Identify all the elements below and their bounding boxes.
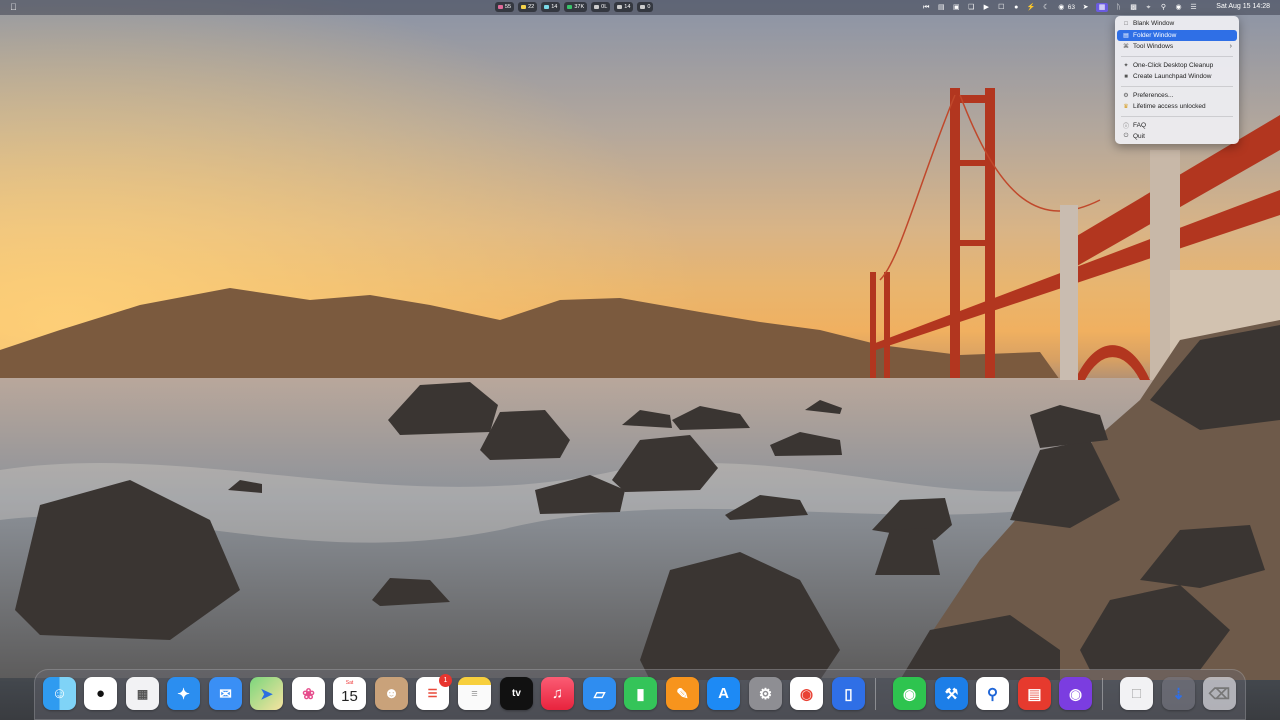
screen-icon[interactable]: ▣ bbox=[952, 3, 961, 12]
dock-separator bbox=[1102, 678, 1103, 710]
menu-item-quit[interactable]: ⏻ Quit bbox=[1117, 131, 1237, 143]
menubar-clock[interactable]: Sat Aug 15 14:28 bbox=[1216, 3, 1270, 10]
menu-separator bbox=[1121, 55, 1233, 57]
menu-item-tool-windows[interactable]: ⌘ Tool Windows › bbox=[1117, 41, 1237, 53]
reminders-badge: 1 bbox=[439, 674, 452, 687]
wechat-icon[interactable]: ◉ bbox=[1057, 3, 1066, 12]
menu-separator bbox=[1121, 85, 1233, 87]
pages-icon[interactable]: ✎ bbox=[666, 677, 699, 710]
stat-fan[interactable]: 0 bbox=[637, 2, 654, 12]
stat-color-icon bbox=[594, 5, 600, 9]
crown-icon: ♛ bbox=[1123, 104, 1129, 111]
bluetooth-icon[interactable]: ᚢ bbox=[1114, 3, 1123, 12]
menu-item-preferences[interactable]: ⚙ Preferences... bbox=[1117, 90, 1237, 102]
music-icon[interactable]: ♫ bbox=[541, 677, 574, 710]
menu-bar:  55 22 14 37K 0L 14 0 ⏮ ▤ ▣ ❏ ▶ ☐ ● ⚡ ☾… bbox=[0, 0, 1280, 15]
location-app-icon[interactable]: ⚲ bbox=[976, 677, 1009, 710]
menu-separator bbox=[1121, 115, 1233, 117]
desktop-wallpaper bbox=[0, 0, 1280, 720]
window-manager-icon[interactable]: ▦ bbox=[1096, 3, 1108, 12]
status-icons: ⏮ ▤ ▣ ❏ ▶ ☐ ● ⚡ ☾ ◉ 63 ➤ ▦ ᚢ ▩ ⌖ ⚲ ◉ ☰ bbox=[922, 2, 1198, 13]
calendar-weekday: Sat bbox=[345, 680, 354, 686]
keynote-icon[interactable]: ▱ bbox=[583, 677, 616, 710]
qq-icon[interactable]: ● bbox=[84, 677, 117, 710]
finder-icon[interactable]: ☺ bbox=[43, 677, 76, 710]
stat-color-icon bbox=[544, 5, 550, 9]
stat-color-icon bbox=[498, 5, 503, 9]
stat-color-icon bbox=[617, 5, 623, 9]
chevron-right-icon: › bbox=[1229, 43, 1232, 51]
display-icon[interactable]: ▩ bbox=[1129, 3, 1138, 12]
app-store-icon[interactable]: A bbox=[707, 677, 740, 710]
photos-icon[interactable]: ❀ bbox=[292, 677, 325, 710]
wifi-icon[interactable]: ⌖ bbox=[1144, 3, 1153, 12]
media-previous-icon[interactable]: ⏮ bbox=[922, 3, 931, 12]
maps-icon[interactable]: ➤ bbox=[250, 677, 283, 710]
search-icon[interactable]: ⚲ bbox=[1159, 3, 1168, 12]
stat-cpu[interactable]: 55 bbox=[495, 2, 515, 12]
apple-tv-icon[interactable]: tv bbox=[500, 677, 533, 710]
power-icon: ⏻ bbox=[1123, 133, 1129, 140]
menu-item-launchpad-window[interactable]: ■ Create Launchpad Window bbox=[1117, 71, 1237, 83]
gear-icon: ⚙ bbox=[1123, 92, 1129, 99]
control-center-icon[interactable]: ☰ bbox=[1189, 3, 1198, 12]
menu-item-lifetime-access[interactable]: ♛ Lifetime access unlocked bbox=[1117, 101, 1237, 113]
folder-icon[interactable]: ▤ bbox=[937, 3, 946, 12]
folder-window-icon: ▤ bbox=[1123, 32, 1129, 39]
bolt-icon[interactable]: ⚡ bbox=[1027, 3, 1036, 12]
apple-icon[interactable]:  bbox=[10, 2, 20, 12]
stat-memory[interactable]: 22 bbox=[518, 2, 538, 12]
calendar-icon[interactable]: Sat 15 bbox=[333, 677, 366, 710]
reader-icon[interactable]: ▯ bbox=[832, 677, 865, 710]
stat-color-icon bbox=[521, 5, 527, 9]
calendar-day: 15 bbox=[341, 688, 358, 705]
qq-icon[interactable]: ● bbox=[1012, 3, 1021, 12]
user-icon[interactable]: ◉ bbox=[1174, 3, 1183, 12]
system-stats: 55 22 14 37K 0L 14 0 bbox=[495, 2, 654, 12]
mail-icon[interactable]: ✉ bbox=[209, 677, 242, 710]
play-icon[interactable]: ▶ bbox=[982, 3, 991, 12]
stat-color-icon bbox=[567, 5, 573, 9]
menu-item-blank-window[interactable]: □ Blank Window bbox=[1117, 18, 1237, 30]
moon-icon[interactable]: ☾ bbox=[1042, 3, 1051, 12]
system-settings-icon[interactable]: ⚙ bbox=[749, 677, 782, 710]
menu-item-desktop-cleanup[interactable]: ✦ One-Click Desktop Cleanup bbox=[1117, 60, 1237, 72]
location-icon[interactable]: ➤ bbox=[1081, 3, 1090, 12]
launchpad-icon[interactable]: ▦ bbox=[126, 677, 159, 710]
stat-color-icon bbox=[640, 5, 646, 9]
chrome-icon[interactable]: ◉ bbox=[790, 677, 823, 710]
stat-network[interactable]: 37K bbox=[564, 2, 588, 12]
question-icon: ⓘ bbox=[1123, 123, 1130, 130]
safari-icon[interactable]: ✦ bbox=[167, 677, 200, 710]
xcode-icon[interactable]: ⚒ bbox=[935, 677, 968, 710]
clipboard-icon[interactable]: ☐ bbox=[997, 3, 1006, 12]
broom-icon: ✦ bbox=[1123, 62, 1129, 69]
tool-window-icon: ⌘ bbox=[1123, 44, 1129, 51]
notes-icon[interactable]: ≡ bbox=[458, 677, 491, 710]
wechat-count: 63 bbox=[1067, 4, 1075, 11]
stat-disk[interactable]: 14 bbox=[541, 2, 561, 12]
window-icon: □ bbox=[1124, 20, 1128, 27]
downloads-stack-icon[interactable]: ⇣ bbox=[1162, 677, 1195, 710]
stat-sensor[interactable]: 14 bbox=[614, 2, 634, 12]
stat-battery[interactable]: 0L bbox=[591, 2, 611, 12]
document-icon[interactable]: □ bbox=[1120, 677, 1153, 710]
window-manager-menu: □ Blank Window ▤ Folder Window ⌘ Tool Windo… bbox=[1115, 16, 1239, 144]
contacts-icon[interactable]: ☻ bbox=[375, 677, 408, 710]
numbers-icon[interactable]: ▮ bbox=[624, 677, 657, 710]
youdao-icon[interactable]: ▤ bbox=[1018, 677, 1051, 710]
trash-icon[interactable]: ⌫ bbox=[1203, 677, 1236, 710]
menu-item-folder-window[interactable]: ▤ Folder Window bbox=[1117, 29, 1237, 41]
copy-icon[interactable]: ❏ bbox=[967, 3, 976, 12]
menu-item-faq[interactable]: ⓘ FAQ bbox=[1117, 120, 1237, 132]
grid-icon: ■ bbox=[1124, 73, 1128, 80]
capture-icon[interactable]: ◉ bbox=[1059, 677, 1092, 710]
dock-separator bbox=[875, 678, 876, 710]
wechat-icon[interactable]: ◉ bbox=[893, 677, 926, 710]
